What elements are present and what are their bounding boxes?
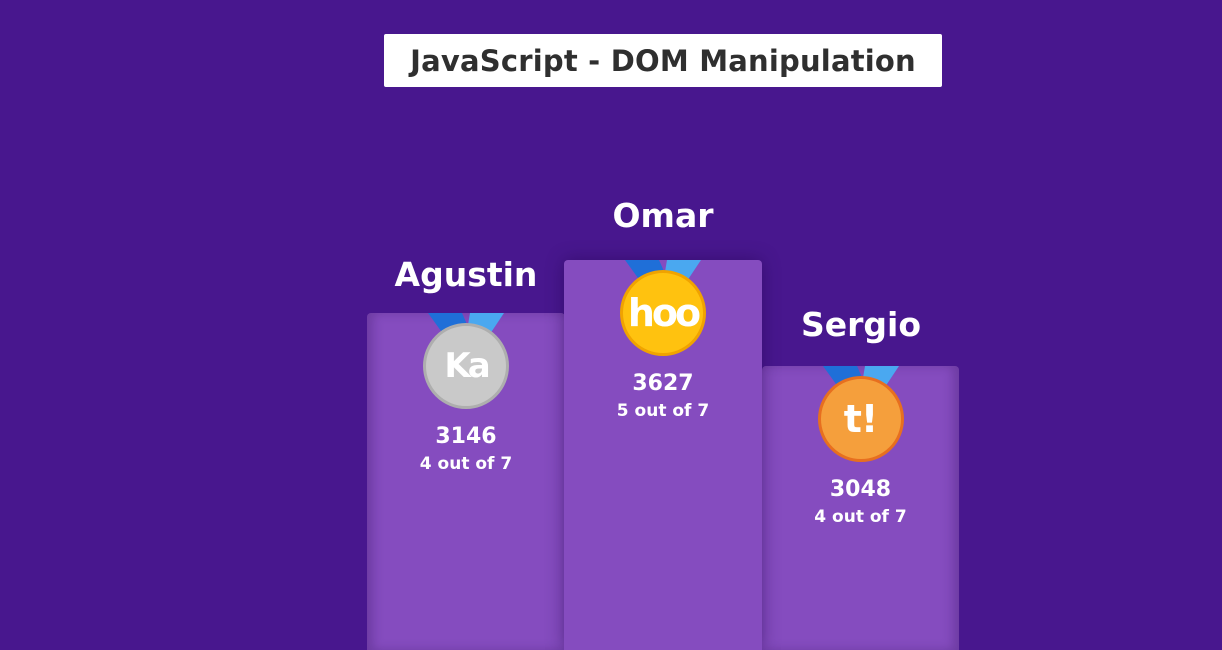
podium-score-first: 3627	[632, 371, 694, 396]
medal-badge-text: Ka	[444, 346, 490, 386]
gold-medal-icon: hoo	[620, 270, 706, 356]
silver-medal-icon: Ka	[423, 323, 509, 409]
podium-progress-second: 4 out of 7	[419, 454, 513, 474]
medal-badge-text: t!	[843, 397, 878, 441]
podium-progress-first: 5 out of 7	[616, 401, 710, 421]
quiz-title: JavaScript - DOM Manipulation	[384, 34, 942, 87]
podium-first: hoo 3627 5 out of 7	[564, 260, 762, 650]
podium-third: t! 3048 4 out of 7	[762, 366, 959, 650]
podium-score-second: 3146	[435, 424, 497, 449]
podium-name-third: Sergio	[800, 305, 922, 344]
podium-score-third: 3048	[829, 477, 892, 502]
bronze-medal-icon: t!	[817, 376, 904, 462]
podium-second: Ka 3146 4 out of 7	[367, 313, 565, 650]
medal-badge-text: hoo	[627, 291, 701, 335]
podium-name-first: Omar	[612, 196, 714, 235]
podium-progress-third: 4 out of 7	[814, 507, 907, 527]
podium-name-second: Agustin	[394, 255, 538, 294]
